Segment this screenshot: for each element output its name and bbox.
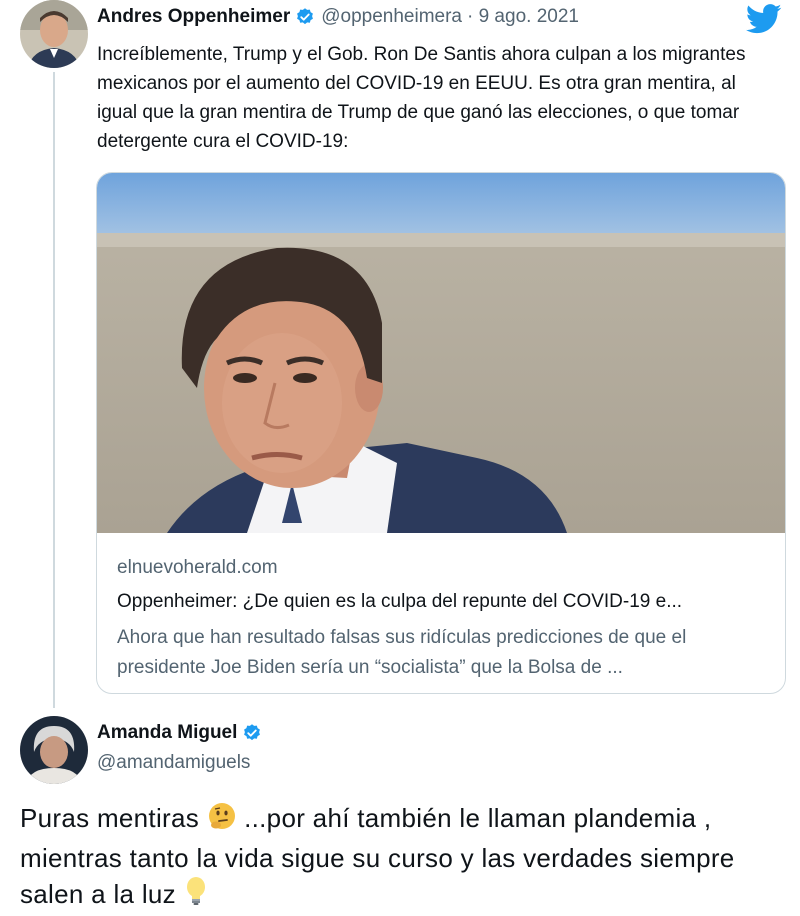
card-description: Ahora que han resultado falsas sus ridíc…	[117, 627, 687, 678]
tweet-header: Andres Oppenheimer @oppenheimera · 9 ago…	[97, 6, 579, 28]
light-bulb-emoji	[184, 876, 208, 915]
reply-text: Puras mentiras ...por ahí también le lla…	[20, 800, 790, 915]
thinking-face-emoji	[207, 801, 237, 840]
card-domain[interactable]: elnuevoherald.com	[117, 557, 278, 579]
verified-badge-icon	[295, 7, 315, 27]
verified-badge-icon	[242, 723, 262, 743]
reply-author-avatar[interactable]	[20, 716, 88, 784]
reply-author-name[interactable]: Amanda Miguel	[97, 722, 237, 744]
tweet-date[interactable]: · 9 ago. 2021	[467, 6, 579, 28]
card-title[interactable]: Oppenheimer: ¿De quien es la culpa del r…	[117, 591, 777, 613]
author-avatar[interactable]	[20, 0, 88, 68]
reply-text-part1: Puras mentiras	[20, 803, 200, 833]
thread-connector-line	[53, 72, 55, 708]
twitter-bird-icon[interactable]	[745, 4, 782, 34]
reply-author-row: Amanda Miguel	[97, 722, 268, 744]
card-image	[97, 173, 785, 533]
link-preview-card[interactable]: elnuevoherald.com Oppenheimer: ¿De quien…	[96, 172, 786, 694]
author-handle[interactable]: @oppenheimera	[321, 6, 462, 28]
author-name[interactable]: Andres Oppenheimer	[97, 6, 290, 28]
reply-author-handle[interactable]: @amandamiguels	[97, 752, 250, 774]
tweet-text: Increíblemente, Trump y el Gob. Ron De S…	[97, 44, 746, 152]
